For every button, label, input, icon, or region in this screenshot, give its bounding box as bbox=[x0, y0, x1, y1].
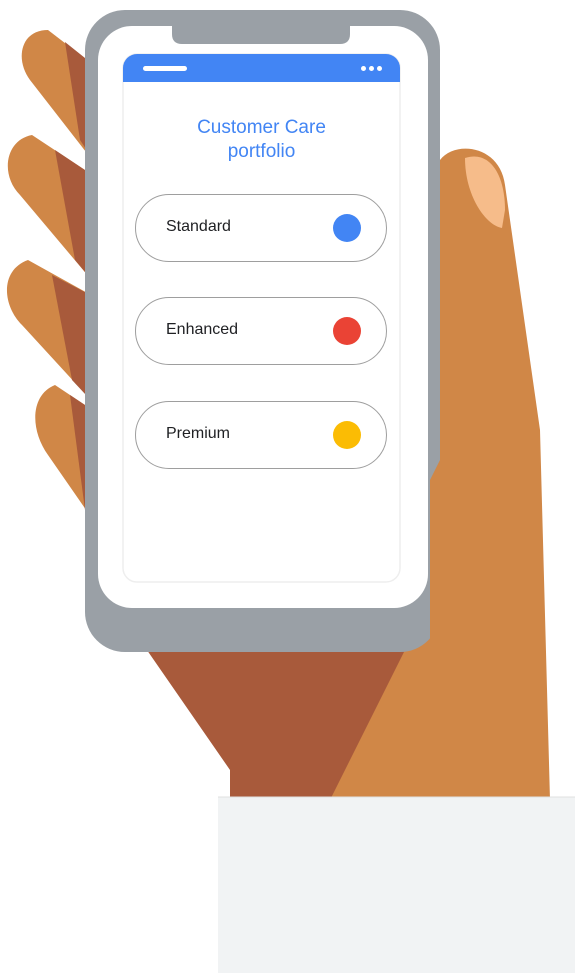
blue-dot-icon bbox=[333, 214, 361, 242]
option-label: Standard bbox=[166, 218, 231, 235]
option-premium-button[interactable]: Premium bbox=[135, 401, 387, 469]
status-bar bbox=[123, 54, 400, 82]
yellow-dot-icon bbox=[333, 421, 361, 449]
option-label: Enhanced bbox=[166, 321, 239, 338]
page-title: Customer Care portfolio bbox=[123, 116, 400, 164]
title-line-2: portfolio bbox=[227, 141, 296, 162]
option-standard-button[interactable]: Standard bbox=[135, 194, 387, 262]
menu-line-icon bbox=[143, 66, 187, 71]
red-dot-icon bbox=[333, 317, 361, 345]
phone-screen: Customer Care portfolio Standard Enhance… bbox=[123, 54, 400, 582]
sleeve bbox=[218, 797, 575, 973]
title-line-1: Customer Care bbox=[197, 117, 326, 138]
more-dots-icon[interactable] bbox=[361, 66, 382, 71]
thumb bbox=[430, 148, 550, 800]
option-enhanced-button[interactable]: Enhanced bbox=[135, 297, 387, 365]
option-label: Premium bbox=[166, 425, 231, 442]
